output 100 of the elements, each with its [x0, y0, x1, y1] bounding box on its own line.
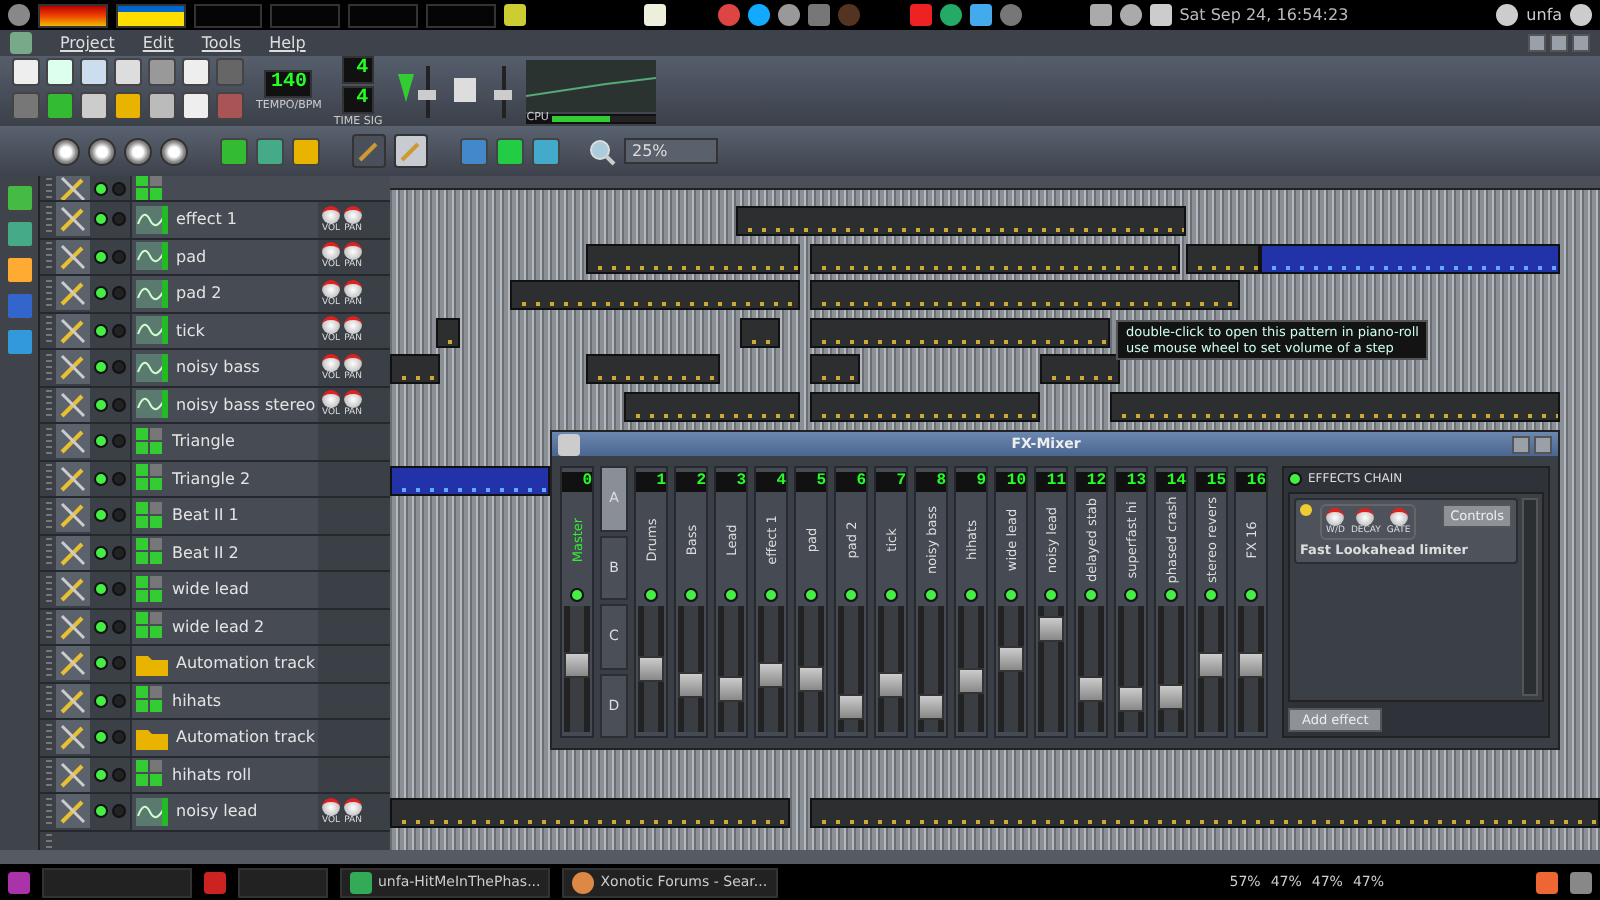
track-name-box[interactable]: pad 2: [130, 276, 318, 311]
channel-led[interactable]: [924, 588, 938, 602]
time-sig-denominator[interactable]: 4: [342, 85, 375, 113]
minimize-button[interactable]: [1528, 34, 1546, 52]
volume-slider-icon[interactable]: [394, 61, 439, 121]
toolbar-icon[interactable]: [46, 91, 74, 119]
pattern-block[interactable]: [810, 391, 1040, 421]
fader-handle[interactable]: [758, 661, 784, 688]
channel-led[interactable]: [1044, 588, 1058, 602]
wrench-icon[interactable]: [56, 535, 90, 570]
mute-led[interactable]: [94, 286, 108, 301]
track-name-box[interactable]: noisy bass stereo: [130, 387, 318, 422]
pattern-block[interactable]: [586, 354, 720, 384]
channel-led[interactable]: [964, 588, 978, 602]
mute-led[interactable]: [94, 508, 108, 523]
pattern-block[interactable]: [810, 798, 1600, 828]
pattern-block[interactable]: [810, 280, 1240, 310]
wrench-icon[interactable]: [56, 757, 90, 792]
toolbar-icon[interactable]: [114, 57, 142, 85]
track-name-box[interactable]: wide lead: [130, 572, 318, 607]
wrench-icon[interactable]: [56, 794, 90, 829]
mute-led[interactable]: [94, 656, 108, 671]
tray-icon[interactable]: [1536, 871, 1558, 893]
loop-button[interactable]: [124, 137, 152, 165]
close-button[interactable]: [1534, 435, 1552, 453]
mute-led[interactable]: [94, 693, 108, 708]
pattern-block[interactable]: [586, 243, 800, 273]
fader-handle[interactable]: [878, 671, 904, 697]
mute-led[interactable]: [94, 545, 108, 560]
track-name-box[interactable]: wide lead 2: [130, 609, 318, 644]
toolbar-icon[interactable]: [114, 91, 142, 119]
channel-led[interactable]: [644, 588, 658, 602]
track-name-box[interactable]: Automation track: [130, 720, 318, 755]
wrench-icon[interactable]: [56, 313, 90, 348]
mute-led[interactable]: [94, 804, 108, 819]
menu-item[interactable]: Edit: [142, 34, 174, 52]
track-name-box[interactable]: effect 1: [130, 202, 318, 237]
pattern-block[interactable]: [810, 317, 1110, 347]
mute-led[interactable]: [94, 767, 108, 782]
pattern-block[interactable]: [736, 206, 1186, 236]
toolbar-icon[interactable]: [12, 57, 40, 85]
menu-item[interactable]: Help: [269, 34, 306, 52]
track-name-box[interactable]: Automation track: [130, 646, 318, 681]
wrench-icon[interactable]: [56, 572, 90, 607]
pattern-block[interactable]: [624, 391, 800, 421]
pencil-tool[interactable]: [394, 134, 428, 168]
wrench-icon[interactable]: [56, 461, 90, 496]
wrench-icon[interactable]: [56, 498, 90, 533]
pattern-block[interactable]: [1186, 243, 1260, 273]
fader-handle[interactable]: [718, 676, 744, 702]
pattern-block[interactable]: [1260, 243, 1560, 273]
tray-icon[interactable]: [807, 4, 830, 26]
pattern-block[interactable]: [740, 317, 780, 347]
effect-led[interactable]: [1300, 504, 1312, 516]
wrench-icon[interactable]: [56, 683, 90, 718]
restore-button[interactable]: [1550, 34, 1568, 52]
zoom-field[interactable]: 25%: [624, 138, 718, 164]
fader-handle[interactable]: [998, 646, 1024, 672]
pattern-block[interactable]: [1040, 354, 1120, 384]
minimize-button[interactable]: [1512, 435, 1530, 453]
toolbar-icon[interactable]: [182, 91, 210, 119]
wrench-icon[interactable]: [56, 350, 90, 385]
mute-led[interactable]: [94, 323, 108, 338]
track-name-box[interactable]: pad: [130, 239, 318, 274]
fader-handle[interactable]: [838, 694, 864, 720]
mute-led[interactable]: [94, 434, 108, 449]
channel-led[interactable]: [570, 588, 584, 602]
fader-handle[interactable]: [638, 656, 664, 682]
fader-handle[interactable]: [798, 666, 824, 692]
horizontal-scrollbar[interactable]: [0, 850, 1600, 864]
time-sig-numerator[interactable]: 4: [342, 55, 375, 83]
tempo-display[interactable]: 140: [264, 70, 313, 98]
wrench-icon[interactable]: [56, 720, 90, 755]
mute-led[interactable]: [94, 397, 108, 412]
pencil-tool[interactable]: [352, 134, 386, 168]
toolbar-icon[interactable]: [148, 91, 176, 119]
fader-handle[interactable]: [1198, 651, 1224, 677]
menu-item[interactable]: Tools: [201, 34, 242, 52]
fader-handle[interactable]: [678, 671, 704, 697]
mute-led[interactable]: [94, 582, 108, 597]
channel-led[interactable]: [1084, 588, 1098, 602]
fader-handle[interactable]: [958, 668, 984, 694]
mute-led[interactable]: [94, 249, 108, 264]
pattern-block[interactable]: [390, 465, 550, 495]
wrench-icon[interactable]: [56, 276, 90, 311]
close-button[interactable]: [1572, 34, 1590, 52]
tray-icon[interactable]: [939, 4, 962, 26]
mute-led[interactable]: [94, 212, 108, 227]
pattern-block[interactable]: [810, 243, 1180, 273]
pattern-block[interactable]: [390, 354, 440, 384]
pattern-block[interactable]: [510, 280, 800, 310]
pattern-block[interactable]: [810, 354, 860, 384]
channel-led[interactable]: [1004, 588, 1018, 602]
track-name-box[interactable]: tick: [130, 313, 318, 348]
track-name-box[interactable]: noisy lead: [130, 794, 318, 829]
channel-led[interactable]: [684, 588, 698, 602]
wrench-icon[interactable]: [56, 646, 90, 681]
channel-led[interactable]: [1164, 588, 1178, 602]
tray-icon[interactable]: [909, 4, 932, 26]
track-name-box[interactable]: Triangle 2: [130, 461, 318, 496]
